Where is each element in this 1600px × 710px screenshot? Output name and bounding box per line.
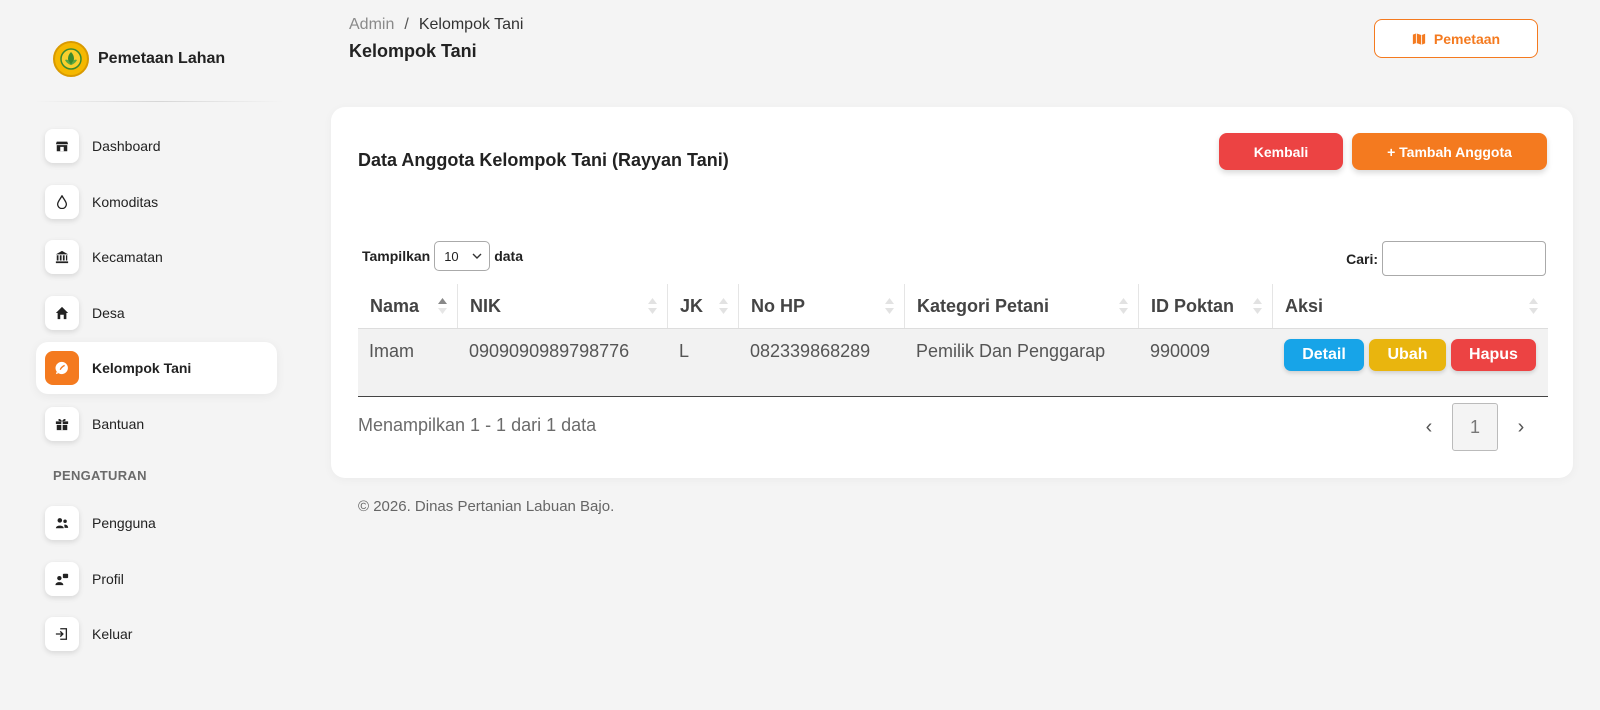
sort-asc-icon [438,298,447,314]
cell-id-poktan: 990009 [1150,341,1211,361]
sidebar-item-desa[interactable]: Desa [36,287,277,339]
sidebar-item-label: Desa [92,304,125,321]
sidebar-item-pengguna[interactable]: Pengguna [36,497,277,549]
gift-icon [45,406,79,441]
leaf-icon [45,351,79,385]
sidebar-item-label: Kelompok Tani [92,360,192,376]
breadcrumb-admin[interactable]: Admin [349,16,394,34]
page-length-control: Tampilkan 10 data [362,241,523,271]
sidebar: Pemetaan Lahan Dashboard Komoditas Kecam… [0,0,290,710]
column-header-aksi[interactable]: Aksi [1273,284,1548,328]
droplet-icon [45,184,79,219]
sidebar-item-dashboard[interactable]: Dashboard [36,120,277,172]
detail-button[interactable]: Detail [1284,339,1364,371]
cell-nama: Imam [369,341,414,361]
sidebar-item-keluar[interactable]: Keluar [36,608,277,660]
column-header-jk[interactable]: JK [668,284,739,328]
sidebar-item-komoditas[interactable]: Komoditas [36,176,277,228]
breadcrumb-current: Kelompok Tani [418,16,524,33]
sidebar-item-label: Bantuan [92,415,145,432]
settings-section-label: PENGATURAN [53,467,147,483]
edit-button[interactable]: Ubah [1369,339,1446,371]
sort-icon [1253,298,1262,314]
pemetaan-button-label: Pemetaan [1433,30,1501,47]
table-row: Imam 0909090989798776 L 082339868289 Pem… [358,329,1548,397]
profile-icon [45,561,79,596]
column-header-nik[interactable]: NIK [458,284,668,328]
brand-name: Pemetaan Lahan [98,50,226,67]
column-header-nama[interactable]: Nama [358,284,458,328]
sidebar-item-label: Dashboard [92,138,161,154]
sort-icon [719,298,728,314]
bank-icon [45,240,79,274]
sidebar-item-label: Pengguna [92,515,156,531]
show-label: Tampilkan [362,248,431,264]
sort-icon [1529,298,1538,314]
sidebar-item-label: Keluar [92,626,133,642]
store-icon [45,129,79,163]
search-label: Cari: [1346,250,1378,267]
sort-icon [885,298,894,314]
column-header-id-poktan[interactable]: ID Poktan [1139,284,1273,328]
sidebar-item-bantuan[interactable]: Bantuan [36,398,277,450]
breadcrumb: Admin / Kelompok Tani [349,16,523,34]
users-icon [45,506,79,540]
chevron-down-icon [472,253,482,259]
prev-page-button[interactable]: ‹ [1406,403,1452,451]
column-header-kategori-petani[interactable]: Kategori Petani [905,284,1139,328]
breadcrumb-separator: / [404,16,409,33]
home-icon [45,295,79,330]
show-suffix: data [494,248,523,264]
table-header: Nama NIK JK No HP Kategori Petani ID Pok… [358,284,1548,329]
pemetaan-button[interactable]: Pemetaan [1374,19,1538,58]
pagination: ‹ 1 › [1406,403,1544,451]
sidebar-item-kecamatan[interactable]: Kecamatan [36,231,277,283]
logo-icon [53,41,89,77]
cell-nik: 0909090989798776 [469,341,630,361]
footer: © 2026. Dinas Pertanian Labuan Bajo. [358,498,615,515]
cell-kategori: Pemilik Dan Penggarap [916,341,1106,361]
page-title: Kelompok Tani [349,41,477,61]
card-title: Data Anggota Kelompok Tani (Rayyan Tani) [358,150,729,170]
logout-icon [45,617,79,651]
page-1-button[interactable]: 1 [1452,403,1498,451]
add-member-button[interactable]: + Tambah Anggota [1352,133,1547,170]
search-input[interactable] [1382,241,1546,276]
map-icon [1412,32,1426,45]
cell-jk: L [679,341,690,361]
search-control: Cari: [1346,241,1546,276]
table-info: Menampilkan 1 - 1 dari 1 data [358,415,597,435]
sidebar-item-kelompok-tani[interactable]: Kelompok Tani [36,342,277,394]
members-card: Data Anggota Kelompok Tani (Rayyan Tani)… [331,107,1573,478]
sort-icon [648,298,657,314]
members-table: Nama NIK JK No HP Kategori Petani ID Pok… [358,284,1548,397]
back-button[interactable]: Kembali [1219,133,1343,170]
sort-icon [1119,298,1128,314]
brand-divider [34,101,284,102]
sidebar-item-profil[interactable]: Profil [36,553,277,605]
sidebar-nav: Dashboard Komoditas Kecamatan Desa Kelom… [36,120,277,664]
next-page-button[interactable]: › [1498,403,1544,451]
sidebar-item-label: Profil [92,570,124,587]
cell-aksi: Detail Ubah Hapus [1273,329,1548,396]
page-length-select[interactable]: 10 [434,241,491,271]
column-header-no-hp[interactable]: No HP [739,284,905,328]
cell-no-hp: 082339868289 [750,341,871,361]
sidebar-item-label: Komoditas [92,193,159,210]
sidebar-item-label: Kecamatan [92,249,163,265]
page-length-value: 10 [444,248,459,264]
brand[interactable]: Pemetaan Lahan [53,41,225,77]
delete-button[interactable]: Hapus [1451,339,1536,371]
